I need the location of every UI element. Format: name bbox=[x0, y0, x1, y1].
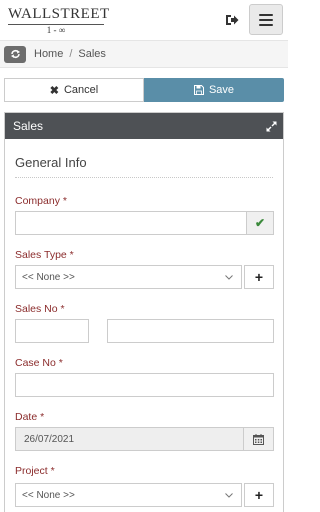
project-label: Project * bbox=[15, 465, 55, 477]
section-title-general-info: General Info bbox=[15, 155, 87, 170]
sales-type-select[interactable]: << None >> bbox=[15, 265, 217, 289]
cancel-button[interactable]: ✖ Cancel bbox=[4, 78, 144, 102]
menu-line bbox=[259, 23, 273, 26]
floppy-disk-icon bbox=[193, 85, 204, 95]
date-label: Date * bbox=[15, 411, 45, 423]
project-dropdown-toggle[interactable] bbox=[216, 483, 242, 507]
expand-icon[interactable] bbox=[266, 121, 277, 132]
sales-no-input[interactable] bbox=[107, 319, 274, 343]
chevron-down-icon bbox=[224, 492, 233, 498]
breadcrumb-home-link[interactable]: Home bbox=[34, 48, 63, 60]
save-button[interactable]: Save bbox=[144, 78, 284, 102]
case-no-input[interactable] bbox=[15, 373, 274, 397]
section-divider bbox=[15, 177, 273, 178]
panel-header: Sales bbox=[5, 113, 283, 139]
sales-panel: Sales General Info Company * ✔ Sales Typ… bbox=[4, 112, 284, 512]
logout-button[interactable] bbox=[222, 10, 242, 30]
calendar-icon bbox=[253, 433, 264, 445]
logo-name: WALLSTREET bbox=[8, 6, 110, 22]
form-action-bar: ✖ Cancel Save bbox=[4, 78, 284, 102]
sales-type-add-button[interactable]: + bbox=[244, 265, 274, 289]
wallstreet-logo[interactable]: WALLSTREET 1 - ∞ bbox=[8, 6, 110, 35]
menu-line bbox=[259, 18, 273, 21]
chevron-down-icon bbox=[224, 274, 233, 280]
company-label: Company * bbox=[15, 195, 67, 207]
menu-line bbox=[259, 13, 273, 16]
save-button-label: Save bbox=[208, 84, 235, 96]
breadcrumb-separator: / bbox=[69, 48, 73, 60]
refresh-button[interactable] bbox=[4, 45, 26, 63]
refresh-icon bbox=[10, 49, 20, 59]
company-validation-addon: ✔ bbox=[246, 211, 274, 235]
breadcrumb: Home / Sales bbox=[0, 40, 288, 68]
sales-type-label: Sales Type * bbox=[15, 249, 74, 261]
logout-icon bbox=[226, 15, 239, 25]
panel-title: Sales bbox=[13, 119, 44, 133]
plus-icon: + bbox=[254, 269, 264, 285]
project-add-button[interactable]: + bbox=[244, 483, 274, 507]
company-input[interactable] bbox=[15, 211, 247, 235]
case-no-label: Case No * bbox=[15, 357, 63, 369]
sales-type-dropdown-toggle[interactable] bbox=[216, 265, 242, 289]
sales-no-label: Sales No * bbox=[15, 303, 65, 315]
project-select[interactable]: << None >> bbox=[15, 483, 217, 507]
sales-no-prefix-input[interactable] bbox=[15, 319, 89, 343]
top-header: WALLSTREET 1 - ∞ bbox=[0, 0, 288, 40]
cancel-button-label: Cancel bbox=[63, 84, 99, 96]
logo-tagline: 1 - ∞ bbox=[46, 25, 66, 35]
plus-icon: + bbox=[254, 487, 264, 503]
date-picker-button[interactable] bbox=[243, 427, 274, 451]
breadcrumb-current: Sales bbox=[78, 48, 106, 60]
close-icon: ✖ bbox=[49, 84, 59, 97]
date-input[interactable]: 26/07/2021 bbox=[15, 427, 244, 451]
check-icon: ✔ bbox=[254, 216, 266, 230]
hamburger-menu-button[interactable] bbox=[249, 4, 283, 35]
